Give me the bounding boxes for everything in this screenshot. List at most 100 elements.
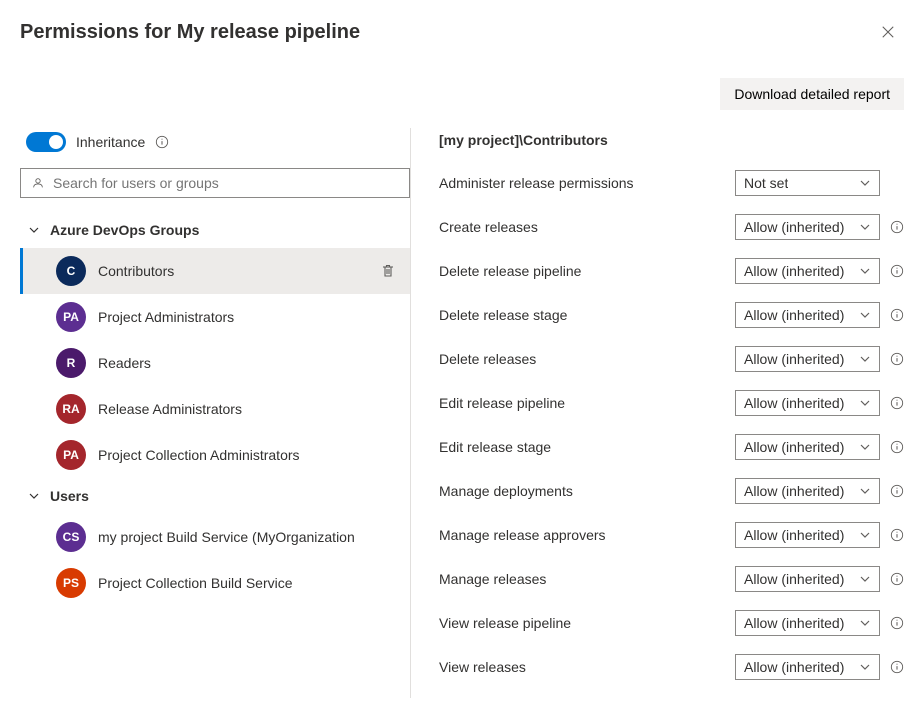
chevron-down-icon [28,224,40,236]
permission-row: Create releasesAllow (inherited) [439,214,904,240]
permission-controls: Allow (inherited) [735,522,904,548]
search-box[interactable] [20,168,410,198]
info-icon[interactable] [890,528,904,542]
permission-value: Allow (inherited) [744,351,844,367]
identity-label: my project Build Service (MyOrganization [98,529,400,545]
info-icon[interactable] [890,616,904,630]
permission-select[interactable]: Allow (inherited) [735,302,880,328]
permission-row: Delete releasesAllow (inherited) [439,346,904,372]
permission-value: Not set [744,175,788,191]
permission-select[interactable]: Allow (inherited) [735,390,880,416]
permission-value: Allow (inherited) [744,439,844,455]
permission-controls: Allow (inherited) [735,478,904,504]
permission-value: Allow (inherited) [744,307,844,323]
identity-label: Project Administrators [98,309,400,325]
info-slot [890,220,904,234]
info-icon[interactable] [890,264,904,278]
permission-row: View release pipelineAllow (inherited) [439,610,904,636]
identity-item[interactable]: PSProject Collection Build Service [20,560,410,606]
permission-label: Manage releases [439,571,735,587]
permission-row: View releasesAllow (inherited) [439,654,904,680]
info-icon[interactable] [890,308,904,322]
avatar: PA [56,440,86,470]
permission-select[interactable]: Allow (inherited) [735,522,880,548]
info-slot [890,396,904,410]
info-icon[interactable] [890,352,904,366]
inheritance-label: Inheritance [76,134,145,150]
identity-label: Readers [98,355,400,371]
users-list: CS my project Build Service (MyOrganizati… [20,514,410,606]
info-icon[interactable] [890,572,904,586]
inheritance-row: Inheritance [20,128,410,156]
dialog-body: Inheritance Azure DevOps Groups C Contrib… [20,128,904,698]
close-button[interactable] [872,16,904,48]
groups-section-label: Azure DevOps Groups [50,222,199,238]
identity-item[interactable]: CS my project Build Service (MyOrganizati… [20,514,410,560]
chevron-down-icon [859,441,871,453]
permission-select[interactable]: Allow (inherited) [735,654,880,680]
users-section-header[interactable]: Users [20,478,410,514]
permission-row: Edit release stageAllow (inherited) [439,434,904,460]
permission-select[interactable]: Allow (inherited) [735,610,880,636]
permissions-dialog: Permissions for My release pipeline Down… [0,0,924,714]
trash-icon[interactable] [380,263,396,279]
permission-value: Allow (inherited) [744,527,844,543]
groups-section-header[interactable]: Azure DevOps Groups [20,212,410,248]
permission-controls: Allow (inherited) [735,346,904,372]
permissions-panel: [my project]\Contributors Administer rel… [410,128,904,698]
info-icon[interactable] [890,220,904,234]
avatar: CS [56,522,86,552]
permission-controls: Allow (inherited) [735,258,904,284]
permission-select[interactable]: Allow (inherited) [735,214,880,240]
info-slot [890,308,904,322]
search-input[interactable] [53,175,399,191]
identity-item[interactable]: C Contributors [20,248,410,294]
permissions-list: Administer release permissionsNot setCre… [439,170,904,680]
identity-item[interactable]: R Readers [20,340,410,386]
permission-label: Delete release stage [439,307,735,323]
info-slot [890,440,904,454]
permission-value: Allow (inherited) [744,615,844,631]
permission-label: Manage deployments [439,483,735,499]
chevron-down-icon [859,265,871,277]
info-icon[interactable] [890,660,904,674]
permission-controls: Allow (inherited) [735,302,904,328]
permission-select[interactable]: Allow (inherited) [735,478,880,504]
info-slot [890,660,904,674]
permission-label: Delete release pipeline [439,263,735,279]
avatar: C [56,256,86,286]
info-icon[interactable] [890,440,904,454]
permission-controls: Allow (inherited) [735,610,904,636]
permission-select[interactable]: Allow (inherited) [735,566,880,592]
avatar: PA [56,302,86,332]
avatar: R [56,348,86,378]
info-icon[interactable] [890,484,904,498]
chevron-down-icon [859,221,871,233]
selected-identity-title: [my project]\Contributors [439,132,904,148]
permission-select[interactable]: Allow (inherited) [735,258,880,284]
permission-value: Allow (inherited) [744,395,844,411]
info-slot [890,528,904,542]
identity-label: Release Administrators [98,401,400,417]
download-detailed-report-button[interactable]: Download detailed report [720,78,904,110]
identity-item[interactable]: PA Project Administrators [20,294,410,340]
info-icon[interactable] [890,396,904,410]
chevron-down-icon [859,177,871,189]
dialog-title: Permissions for My release pipeline [20,21,360,44]
identity-item[interactable]: RARelease Administrators [20,386,410,432]
permission-select[interactable]: Allow (inherited) [735,434,880,460]
identity-label: Contributors [98,263,368,279]
identity-label: Project Collection Administrators [98,447,400,463]
permission-controls: Allow (inherited) [735,214,904,240]
chevron-down-icon [859,353,871,365]
identity-label: Project Collection Build Service [98,575,400,591]
identity-item[interactable]: PA Project Collection Administrators [20,432,410,478]
inheritance-toggle[interactable] [26,132,66,152]
permission-select[interactable]: Allow (inherited) [735,346,880,372]
info-icon[interactable] [155,135,169,149]
info-slot [890,264,904,278]
contact-icon [31,176,45,190]
permission-select[interactable]: Not set [735,170,880,196]
permission-label: Edit release pipeline [439,395,735,411]
permission-controls: Allow (inherited) [735,566,904,592]
